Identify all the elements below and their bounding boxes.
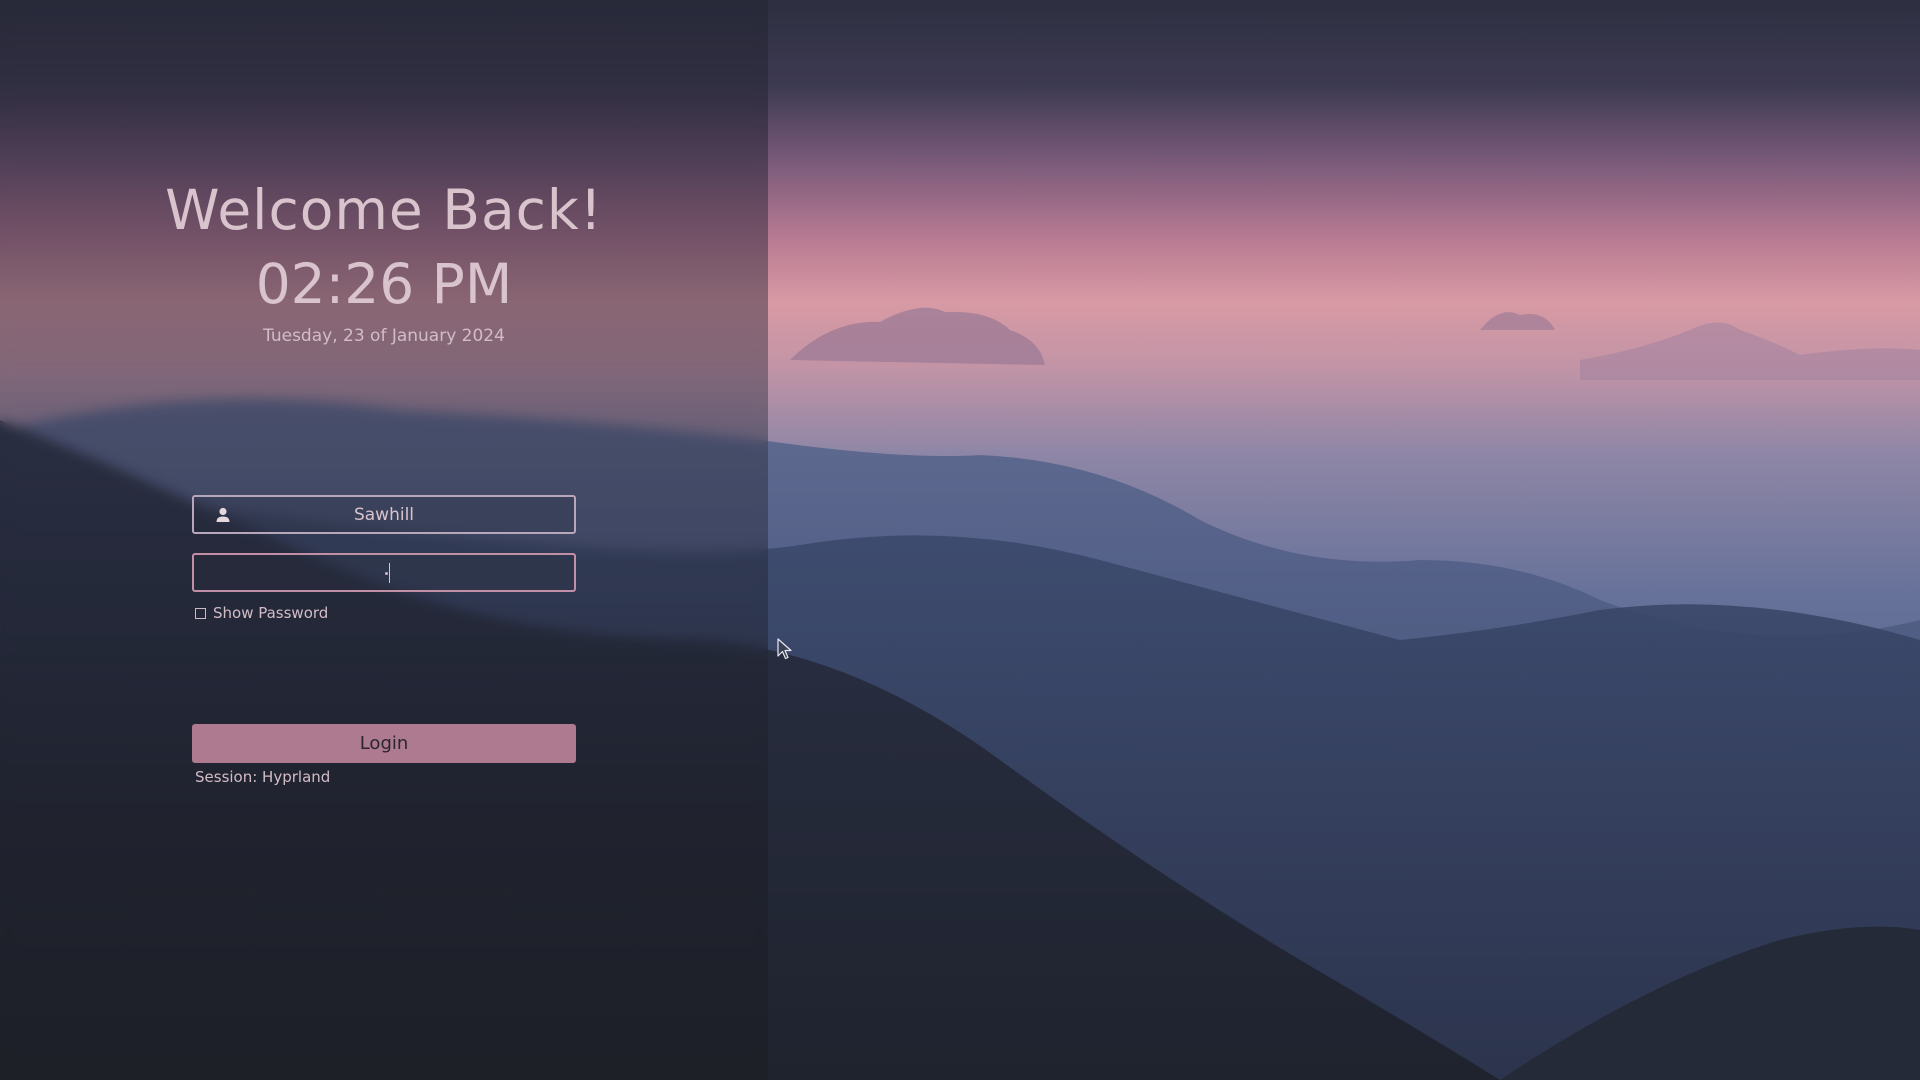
username-value: Sawhill (353, 505, 415, 525)
mouse-cursor-icon (777, 638, 792, 660)
login-button[interactable]: Login (192, 724, 576, 763)
username-field[interactable]: Sawhill (192, 495, 576, 534)
welcome-heading: Welcome Back! (165, 178, 603, 242)
show-password-checkbox[interactable] (195, 607, 206, 619)
clock: 02:26 PM (255, 252, 513, 316)
show-password-toggle[interactable]: Show Password (195, 604, 328, 622)
show-password-label: Show Password (213, 604, 329, 622)
password-mask (385, 572, 388, 575)
panel-overlay (0, 0, 768, 1080)
date-label: Tuesday, 23 of January 2024 (263, 326, 505, 346)
login-panel: Welcome Back! 02:26 PM Tuesday, 23 of Ja… (0, 0, 768, 1080)
session-selector[interactable]: Session: Hyprland (195, 768, 330, 786)
password-field[interactable] (192, 553, 576, 592)
login-screen: Welcome Back! 02:26 PM Tuesday, 23 of Ja… (0, 0, 1920, 1080)
text-caret (389, 563, 390, 583)
